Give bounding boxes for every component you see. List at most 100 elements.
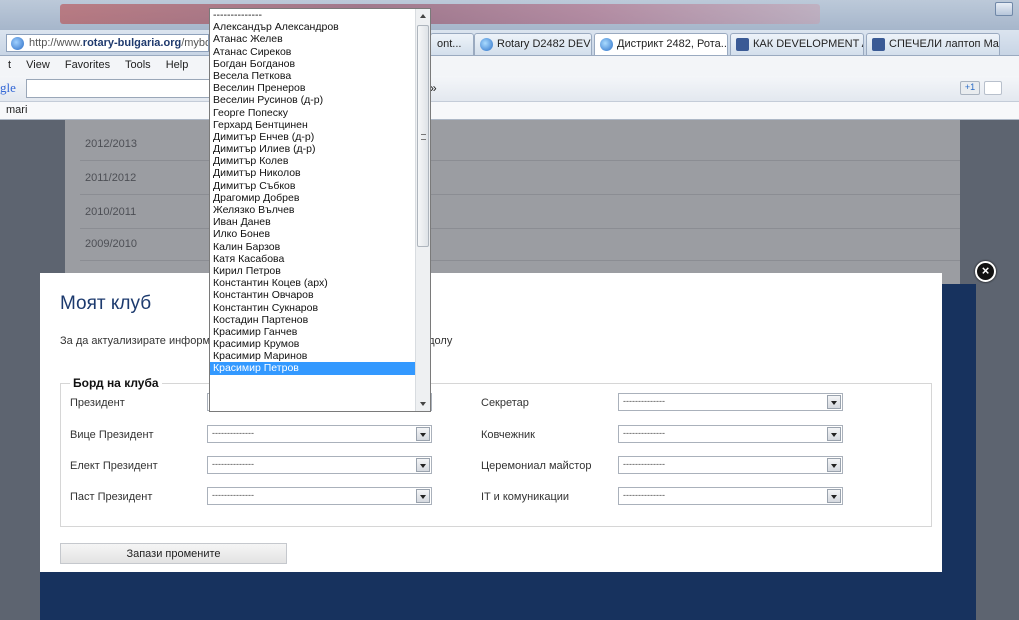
tab-2-active[interactable]: Дистрикт 2482, Рота...× — [594, 33, 728, 55]
google-toolbar: gle » +1 — [0, 76, 1019, 102]
dropdown-option[interactable]: Красимир Петров — [210, 362, 415, 375]
dropdown-option[interactable]: Калин Барзов — [210, 241, 415, 253]
tab-label: Дистрикт 2482, Рота... — [617, 38, 728, 50]
dropdown-option[interactable]: Желязко Вълчев — [210, 204, 415, 216]
season-link-2011[interactable]: 2011/2012 — [85, 172, 136, 184]
dropdown-option[interactable]: Димитър Енчев (д-р) — [210, 131, 415, 143]
dropdown-option[interactable]: Кирил Петров — [210, 265, 415, 277]
president-dropdown-list[interactable]: -------------- Александър Александров Атан… — [209, 8, 431, 412]
select-value: -------------- — [623, 428, 665, 438]
dropdown-option[interactable]: -------------- — [210, 9, 415, 21]
chevron-down-icon[interactable] — [416, 458, 430, 472]
dropdown-option[interactable]: Константин Сукнаров — [210, 302, 415, 314]
dropdown-option[interactable]: Иван Данев — [210, 216, 415, 228]
dropdown-option[interactable]: Димитър Колев — [210, 155, 415, 167]
dropdown-option[interactable]: Александър Александров — [210, 21, 415, 33]
dropdown-options: -------------- Александър Александров Атан… — [210, 9, 415, 375]
dropdown-option[interactable]: Константин Овчаров — [210, 289, 415, 301]
label-secretary: Секретар — [481, 397, 529, 409]
window-titlebar — [0, 0, 1019, 30]
dropdown-option[interactable]: Драгомир Добрев — [210, 192, 415, 204]
past-president-select[interactable]: -------------- — [207, 487, 432, 505]
window-control-button[interactable] — [995, 2, 1013, 16]
my-club-modal: Моят клуб За да актуализирате информа дол… — [40, 273, 942, 572]
ie-icon — [600, 38, 613, 51]
dropdown-scrollbar[interactable] — [415, 9, 430, 411]
label-it-communications: IT и комуникации — [481, 491, 570, 503]
rotary-icon — [872, 38, 885, 51]
menu-item-help[interactable]: Help — [166, 59, 189, 71]
dropdown-option[interactable]: Красимир Ганчев — [210, 326, 415, 338]
tab-label: СПЕЧЕЛИ лаптоп Mac... — [889, 38, 999, 50]
tab-3[interactable]: КАК DEVELOPMENT A... — [730, 33, 864, 55]
dropdown-option[interactable]: Димитър Събков — [210, 180, 415, 192]
dropdown-option[interactable]: Веселин Пренеров — [210, 82, 415, 94]
scroll-thumb[interactable] — [417, 25, 429, 247]
menu-item-tools[interactable]: Tools — [125, 59, 151, 71]
address-prefix: http://www. — [29, 37, 83, 49]
label-elect-president: Елект Президент — [70, 460, 158, 472]
save-changes-button[interactable]: Запази промените — [60, 543, 287, 564]
menu-item-favorites[interactable]: Favorites — [65, 59, 110, 71]
select-value: -------------- — [623, 396, 665, 406]
dropdown-option[interactable]: Катя Касабова — [210, 253, 415, 265]
tab-1[interactable]: Rotary D2482 DEVELOP... — [474, 33, 592, 55]
label-vice-president: Вице Президент — [70, 429, 154, 441]
dropdown-option[interactable]: Красимир Маринов — [210, 350, 415, 362]
dropdown-option[interactable]: Константин Коцев (арх) — [210, 277, 415, 289]
tab-label: ont... — [437, 38, 462, 50]
treasurer-select[interactable]: -------------- — [618, 425, 843, 443]
sergeant-at-arms-select[interactable]: -------------- — [618, 456, 843, 474]
dropdown-option[interactable]: Красимир Крумов — [210, 338, 415, 350]
elect-president-select[interactable]: -------------- — [207, 456, 432, 474]
chevron-down-icon[interactable] — [416, 427, 430, 441]
chevron-down-icon[interactable] — [827, 458, 841, 472]
dropdown-option[interactable]: Димитър Илиев (д-р) — [210, 143, 415, 155]
menu-bar: t View Favorites Tools Help — [0, 56, 1019, 76]
close-icon[interactable]: × — [975, 261, 996, 282]
scroll-up-icon[interactable] — [416, 9, 430, 23]
chevron-down-icon[interactable] — [827, 489, 841, 503]
season-link-2010[interactable]: 2010/2011 — [85, 206, 136, 218]
chevron-down-icon[interactable] — [416, 489, 430, 503]
dropdown-option[interactable]: Димитър Николов — [210, 167, 415, 179]
address-path: /myboard — [181, 37, 208, 49]
select-value: -------------- — [212, 490, 254, 500]
tab-row: http://www.rotary-bulgaria.org/myboard o… — [0, 30, 1019, 56]
favorites-item[interactable]: mari — [6, 104, 27, 116]
google-search-input[interactable] — [26, 79, 216, 98]
dropdown-option[interactable]: Весела Петкова — [210, 70, 415, 82]
titlebar-band — [60, 4, 820, 24]
dropdown-option[interactable]: Костадин Партенов — [210, 314, 415, 326]
season-link-2012[interactable]: 2012/2013 — [85, 138, 137, 150]
menu-item-file[interactable]: t — [8, 59, 11, 71]
toolbar-more-chevron[interactable]: » — [430, 81, 437, 95]
chevron-down-icon[interactable] — [827, 395, 841, 409]
menu-item-view[interactable]: View — [26, 59, 50, 71]
dropdown-option[interactable]: Илко Бонев — [210, 228, 415, 240]
ie-icon — [480, 38, 493, 51]
dropdown-option[interactable]: Герхард Бентцинен — [210, 119, 415, 131]
season-link-2009[interactable]: 2009/2010 — [85, 238, 137, 250]
vice-president-select[interactable]: -------------- — [207, 425, 432, 443]
secretary-select[interactable]: -------------- — [618, 393, 843, 411]
scroll-down-icon[interactable] — [416, 397, 430, 411]
address-bar[interactable]: http://www.rotary-bulgaria.org/myboard — [6, 34, 209, 52]
tab-label: КАК DEVELOPMENT A... — [753, 38, 863, 50]
chevron-down-icon[interactable] — [827, 427, 841, 441]
label-past-president: Паст Президент — [70, 491, 153, 503]
tab-4[interactable]: СПЕЧЕЛИ лаптоп Mac... — [866, 33, 1000, 55]
tab-0[interactable]: ont... — [430, 33, 474, 55]
dropdown-option[interactable]: Атанас Сиреков — [210, 46, 415, 58]
google-logo: gle — [0, 80, 16, 95]
dropdown-option[interactable]: Атанас Желев — [210, 33, 415, 45]
share-button[interactable] — [984, 81, 1002, 95]
select-value: -------------- — [623, 490, 665, 500]
dropdown-option[interactable]: Богдан Богданов — [210, 58, 415, 70]
label-sergeant-at-arms: Церемониал майстор — [481, 460, 592, 472]
plusone-button[interactable]: +1 — [960, 81, 980, 95]
select-value: -------------- — [212, 428, 254, 438]
dropdown-option[interactable]: Георге Попеску — [210, 107, 415, 119]
dropdown-option[interactable]: Веселин Русинов (д-р) — [210, 94, 415, 106]
it-communications-select[interactable]: -------------- — [618, 487, 843, 505]
